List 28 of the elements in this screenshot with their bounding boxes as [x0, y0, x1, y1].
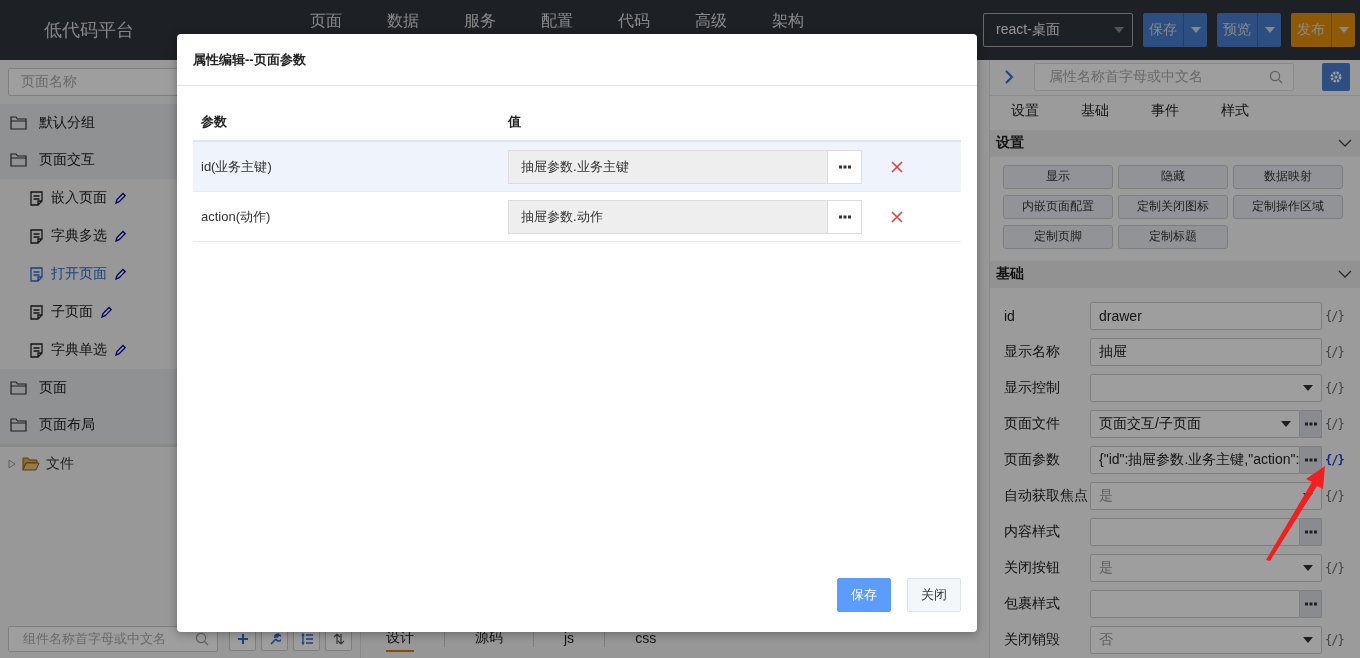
item-label: 字典单选	[51, 341, 107, 359]
logo: 低代码平台	[44, 19, 135, 42]
group-label: 页面交互	[39, 151, 95, 170]
item-label: 嵌入页面	[51, 189, 107, 207]
field-label: 自动获取焦点	[1004, 487, 1089, 505]
section-title: 基础	[996, 265, 1024, 284]
parameter-name: action(动作)	[200, 207, 272, 226]
section-title: 设置	[996, 134, 1024, 153]
column-header: 值	[508, 113, 521, 131]
column-header: 参数	[200, 113, 228, 131]
field-label: 显示名称	[1004, 343, 1061, 361]
dialog-title: 属性编辑--页面参数	[177, 34, 977, 86]
item-label: 字典多选	[51, 227, 107, 245]
field-label: 显示控制	[1004, 379, 1061, 397]
field-label: 内容样式	[1004, 523, 1061, 541]
group-label: 页面布局	[39, 416, 95, 435]
field-label: 关闭销毁	[1004, 631, 1061, 649]
item-label: 子页面	[51, 303, 93, 321]
field-label: 关闭按钮	[1004, 559, 1061, 577]
parameter-name: id(业务主键)	[200, 157, 273, 176]
folder-label: 文件	[46, 455, 74, 473]
field-label: 页面参数	[1004, 451, 1061, 469]
field-label: 包裹样式	[1004, 595, 1061, 613]
group-label: 页面	[39, 378, 67, 397]
group-label: 默认分组	[39, 113, 95, 132]
item-label: 打开页面	[51, 265, 107, 283]
field-label: 页面文件	[1004, 415, 1061, 433]
field-label: id	[1004, 308, 1016, 324]
